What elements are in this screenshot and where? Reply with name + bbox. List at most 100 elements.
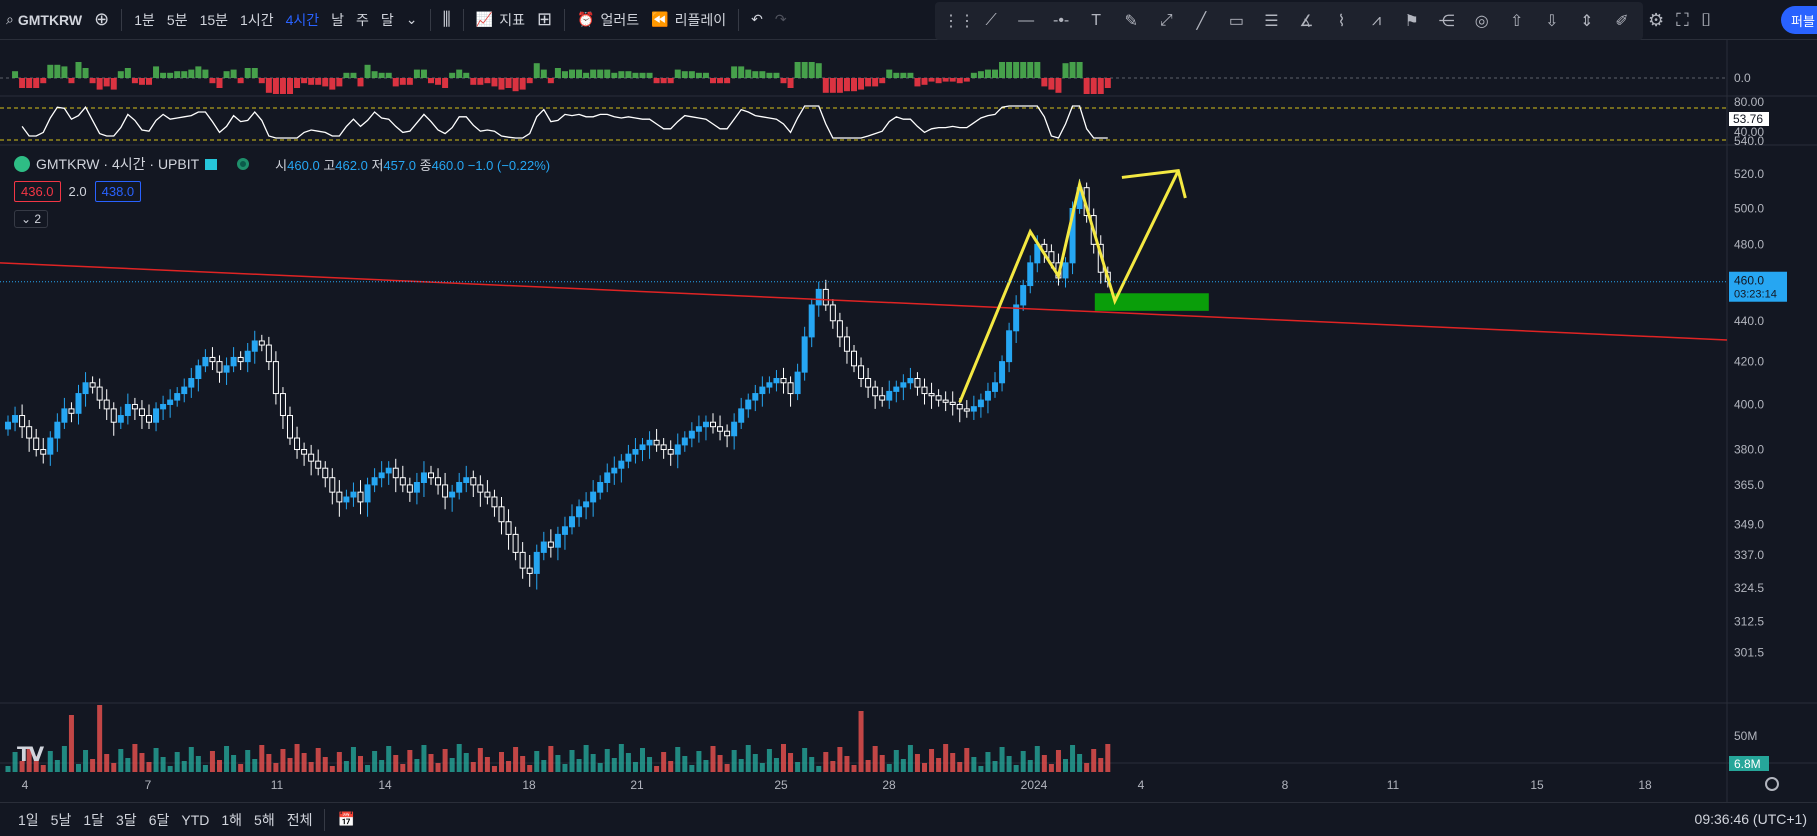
arrow-down-icon[interactable]: ⇩ (1539, 11, 1565, 31)
market-status-icon (237, 158, 250, 170)
gear-icon[interactable]: ⚙ (1648, 10, 1664, 31)
volume-bar (583, 745, 589, 772)
volume-bar (301, 753, 307, 772)
volume-bar (752, 754, 758, 772)
interval-5m[interactable]: 5분 (161, 0, 194, 40)
trendline-icon[interactable]: ⟋ (978, 12, 1004, 30)
interval-dropdown[interactable]: ⌄ (400, 0, 424, 40)
axis-settings-icon[interactable] (1765, 777, 1779, 791)
line-tool-icon[interactable]: ╱ (1188, 11, 1214, 31)
volume-bar (830, 761, 836, 772)
chart-type-button[interactable]: ⫼ (437, 0, 457, 40)
histogram-bar (131, 78, 138, 84)
fullscreen-icon[interactable]: ⛶ (1676, 10, 1689, 31)
volume-bar (1041, 755, 1047, 772)
histogram-bar (794, 62, 801, 78)
volume-bar (350, 747, 356, 772)
candle-body (216, 361, 223, 373)
clock[interactable]: 09:36:46 (UTC+1) (1695, 811, 1807, 827)
pattern-icon[interactable]: ⩘ (1364, 12, 1390, 30)
volume-bar (654, 766, 660, 772)
time-axis[interactable]: 4 7 11 14 18 21 25 28 2024 4 8 11 15 18 (22, 778, 1652, 792)
histogram-bar (949, 78, 956, 82)
histogram-bar (322, 78, 329, 87)
arrow-up-icon[interactable]: ⇧ (1504, 11, 1530, 31)
horizontal-ray-icon[interactable]: -•- (1048, 12, 1074, 30)
histogram-bar (1048, 78, 1055, 90)
histogram-bar (604, 69, 611, 78)
bid-price-box[interactable]: 436.0 (14, 181, 61, 202)
interval-15m[interactable]: 15분 (194, 0, 234, 40)
undo-button[interactable]: ↶ (745, 0, 769, 40)
flag-icon[interactable] (205, 158, 218, 170)
replay-label: 리플레이 (674, 11, 727, 28)
interval-day[interactable]: 날 (325, 0, 350, 40)
ask-price-box[interactable]: 438.0 (94, 181, 142, 202)
volume-bar (1063, 759, 1068, 772)
interval-1h[interactable]: 1시간 (234, 0, 280, 40)
volume-bar (929, 749, 935, 772)
range-5y[interactable]: 5해 (248, 810, 281, 830)
interval-4h[interactable]: 4시간 (280, 0, 326, 40)
volume-bar (329, 766, 335, 772)
volume-bar (379, 760, 385, 772)
volume-bar (358, 756, 363, 772)
range-6m[interactable]: 6달 (143, 810, 176, 830)
templates-button[interactable]: ⊞ (531, 0, 558, 40)
histogram-bar (547, 78, 554, 84)
indicators-collapse-button[interactable]: ⌄ 2 (14, 210, 49, 228)
replay-button[interactable]: ⏪ 리플레이 (645, 0, 732, 40)
indicators-button[interactable]: 📈 지표 (470, 0, 531, 40)
calendar-icon[interactable]: 📅 (331, 811, 360, 828)
histogram-bar (858, 78, 865, 90)
flag-marker-icon[interactable]: ⚑ (1399, 11, 1425, 31)
alert-button[interactable]: ⏰ 얼러트 (571, 0, 645, 40)
range-ytd[interactable]: YTD (175, 812, 215, 828)
price-tick-label: 337.0 (1734, 548, 1764, 562)
camera-icon[interactable]: ⌷ (1701, 10, 1712, 31)
tradingview-logo[interactable]: 𝗧𝗩 (17, 742, 44, 767)
price-tick-label: 480.0 (1734, 237, 1764, 251)
publish-button[interactable]: 퍼블 (1781, 6, 1817, 34)
redo-button[interactable]: ↷ (769, 0, 793, 40)
compare-symbol-button[interactable]: ⊕ (88, 0, 115, 40)
range-1y[interactable]: 1해 (215, 810, 248, 830)
ray-icon[interactable]: ⤢ (1153, 12, 1179, 30)
legend-title[interactable]: GMTKRW · 4시간 · UPBIT (36, 154, 199, 174)
range-5d[interactable]: 5날 (45, 810, 78, 830)
histogram-bar (19, 78, 26, 88)
rectangle-icon[interactable]: ▭ (1223, 11, 1249, 31)
symbol-search[interactable]: ⌕ GMTKRW (0, 0, 88, 40)
price-range-icon[interactable]: ⇕ (1574, 11, 1600, 31)
horizontal-line-icon[interactable]: — (1013, 12, 1039, 30)
price-axis[interactable]: 540.0520.0500.0480.0460.0440.0420.0400.0… (1729, 71, 1787, 771)
range-1m[interactable]: 1달 (77, 810, 110, 830)
histogram-bar (272, 78, 279, 94)
circle-icon[interactable]: ◎ (1469, 11, 1495, 31)
angle-icon[interactable]: ∡ (1293, 11, 1319, 31)
volume-bar (900, 759, 906, 772)
path-icon[interactable]: ⌇ (1329, 11, 1355, 31)
histogram-bar (801, 62, 808, 78)
interval-month[interactable]: 달 (375, 0, 400, 40)
range-3m[interactable]: 3달 (110, 810, 143, 830)
range-1d[interactable]: 1일 (12, 810, 45, 830)
magic-icon[interactable]: ✐ (1609, 11, 1635, 31)
drag-handle-icon[interactable]: ⋮⋮ (943, 11, 975, 31)
histogram-bar (399, 78, 406, 85)
interval-week[interactable]: 주 (350, 0, 375, 40)
fib-retracement-icon[interactable]: ☰ (1258, 11, 1284, 31)
volume-bar (188, 747, 194, 772)
node-icon[interactable]: ⋲ (1434, 11, 1460, 31)
interval-1m[interactable]: 1분 (128, 0, 161, 40)
histogram-bar (865, 78, 872, 87)
volume-bar (132, 744, 138, 772)
brush-icon[interactable]: ✎ (1118, 11, 1144, 31)
candle-body (174, 393, 181, 401)
candle-body (96, 386, 103, 401)
candle-body (378, 472, 385, 479)
range-all[interactable]: 전체 (281, 810, 319, 830)
text-icon[interactable]: T (1083, 12, 1109, 30)
candle-body (322, 467, 329, 479)
histogram-bar (202, 69, 209, 78)
